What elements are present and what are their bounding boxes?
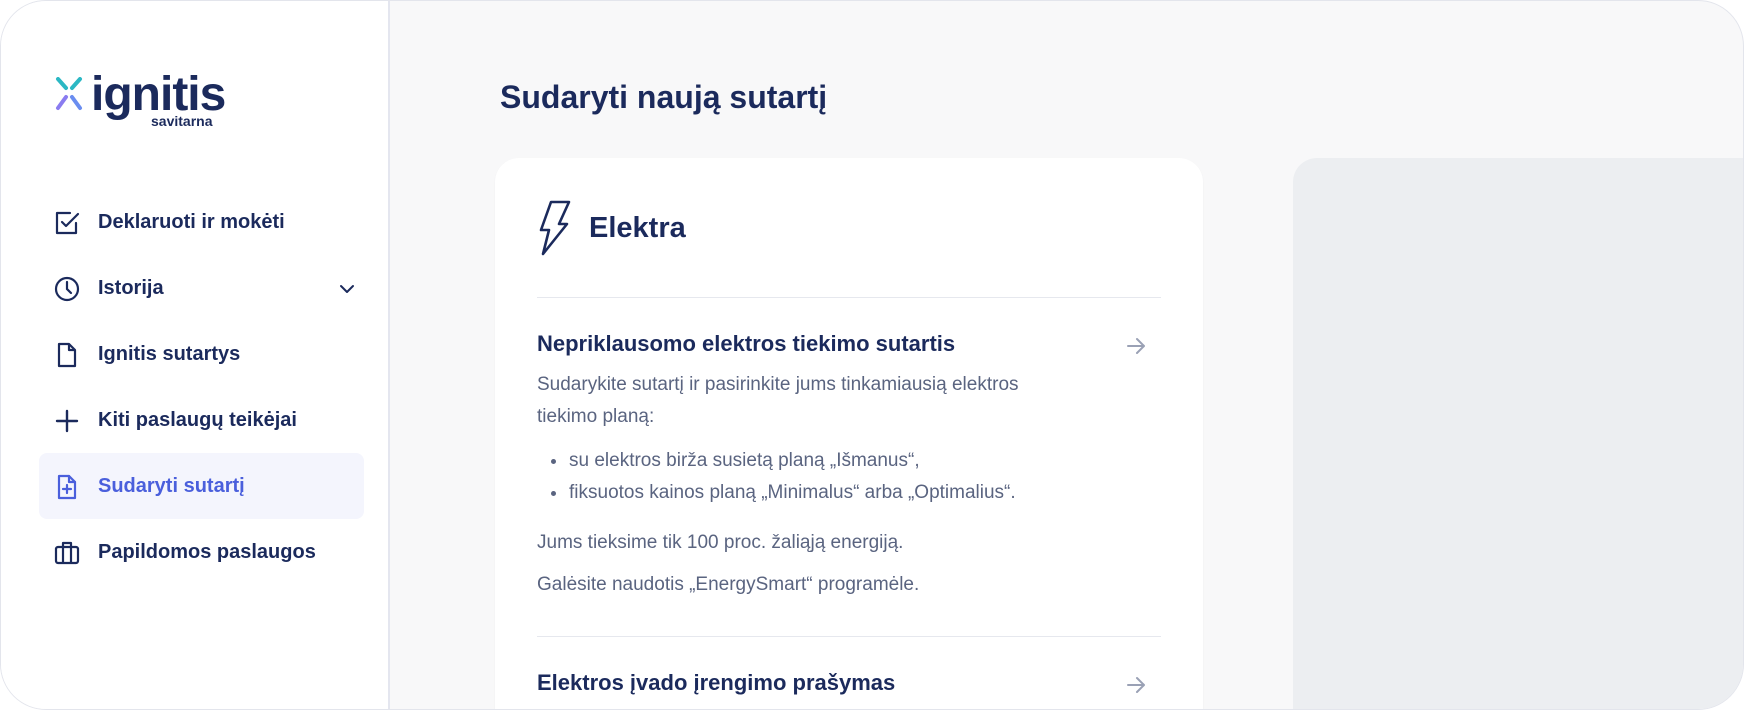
sidebar-item-label: Deklaruoti ir mokėti [98,210,285,233]
sidebar-item-declare-and-pay[interactable]: Deklaruoti ir mokėti [39,189,364,255]
main-content: Sudaryti naują sutartį Elektra Nepriklau… [390,1,1743,709]
sidebar-item-label: Ignitis sutartys [98,342,241,365]
document-icon [57,342,77,368]
sidebar-item-label: Papildomos paslaugos [98,540,316,563]
ignitis-logo-mark [56,77,82,110]
briefcase-icon [54,541,80,565]
offer-title[interactable]: Nepriklausomo elektros tiekimo sutartis [537,331,955,357]
secondary-card-placeholder [1293,158,1743,709]
sidebar-item-additional-services[interactable]: Papildomos paslaugos [39,519,364,585]
electricity-card: Elektra Nepriklausomo elektros tiekimo s… [495,158,1203,709]
sidebar-nav: Deklaruoti ir mokėti Istorija Ignitis su… [39,189,364,585]
sidebar-item-ignitis-contracts[interactable]: Ignitis sutartys [39,321,364,387]
brand-subtitle: savitarna [151,113,213,129]
green-energy-note: Jums tieksime tik 100 proc. žaliąją ener… [537,532,904,553]
sidebar-item-label: Sudaryti sutartį [98,474,245,497]
document-plus-icon [57,474,77,500]
sidebar-item-history[interactable]: Istorija [39,255,364,321]
sidebar-item-label: Istorija [98,276,164,299]
divider [537,636,1161,637]
offer-independent-supply[interactable]: Nepriklausomo elektros tiekimo sutartis … [537,331,1161,631]
offer-description: Sudarykite sutartį ir pasirinkite jums t… [537,374,1019,427]
list-item: su elektros birža susietą planą „Išmanus… [551,445,1016,477]
sidebar-item-other-providers[interactable]: Kiti paslaugų teikėjai [39,387,364,453]
plan-list: su elektros birža susietą planą „Išmanus… [551,445,1016,509]
card-title: Elektra [589,212,686,244]
offer-connection-request[interactable]: Elektros įvado įrengimo prašymas [537,670,1161,709]
sidebar-item-label: Kiti paslaugų teikėjai [98,408,297,431]
plus-icon [55,409,79,433]
brand-name: ignitis [91,68,226,121]
sidebar-item-create-contract[interactable]: Sudaryti sutartį [39,453,364,519]
clock-icon [54,276,80,302]
divider [537,297,1161,298]
energysmart-note: Galėsite naudotis „EnergySmart“ programė… [537,574,920,595]
chevron-down-icon[interactable] [338,280,356,298]
sidebar: ignitis savitarna Deklaruoti ir mokėti I… [1,1,390,709]
page-title: Sudaryti naują sutartį [500,79,828,115]
offer-title[interactable]: Elektros įvado įrengimo prašymas [537,670,895,696]
arrow-right-icon[interactable] [1125,674,1147,696]
checkbox-icon [55,211,80,235]
arrow-right-icon[interactable] [1125,335,1147,357]
list-item: fiksuotos kainos planą „Minimalus“ arba … [551,477,1016,509]
app-window: ignitis savitarna Deklaruoti ir mokėti I… [0,0,1744,710]
lightning-icon [539,200,571,256]
